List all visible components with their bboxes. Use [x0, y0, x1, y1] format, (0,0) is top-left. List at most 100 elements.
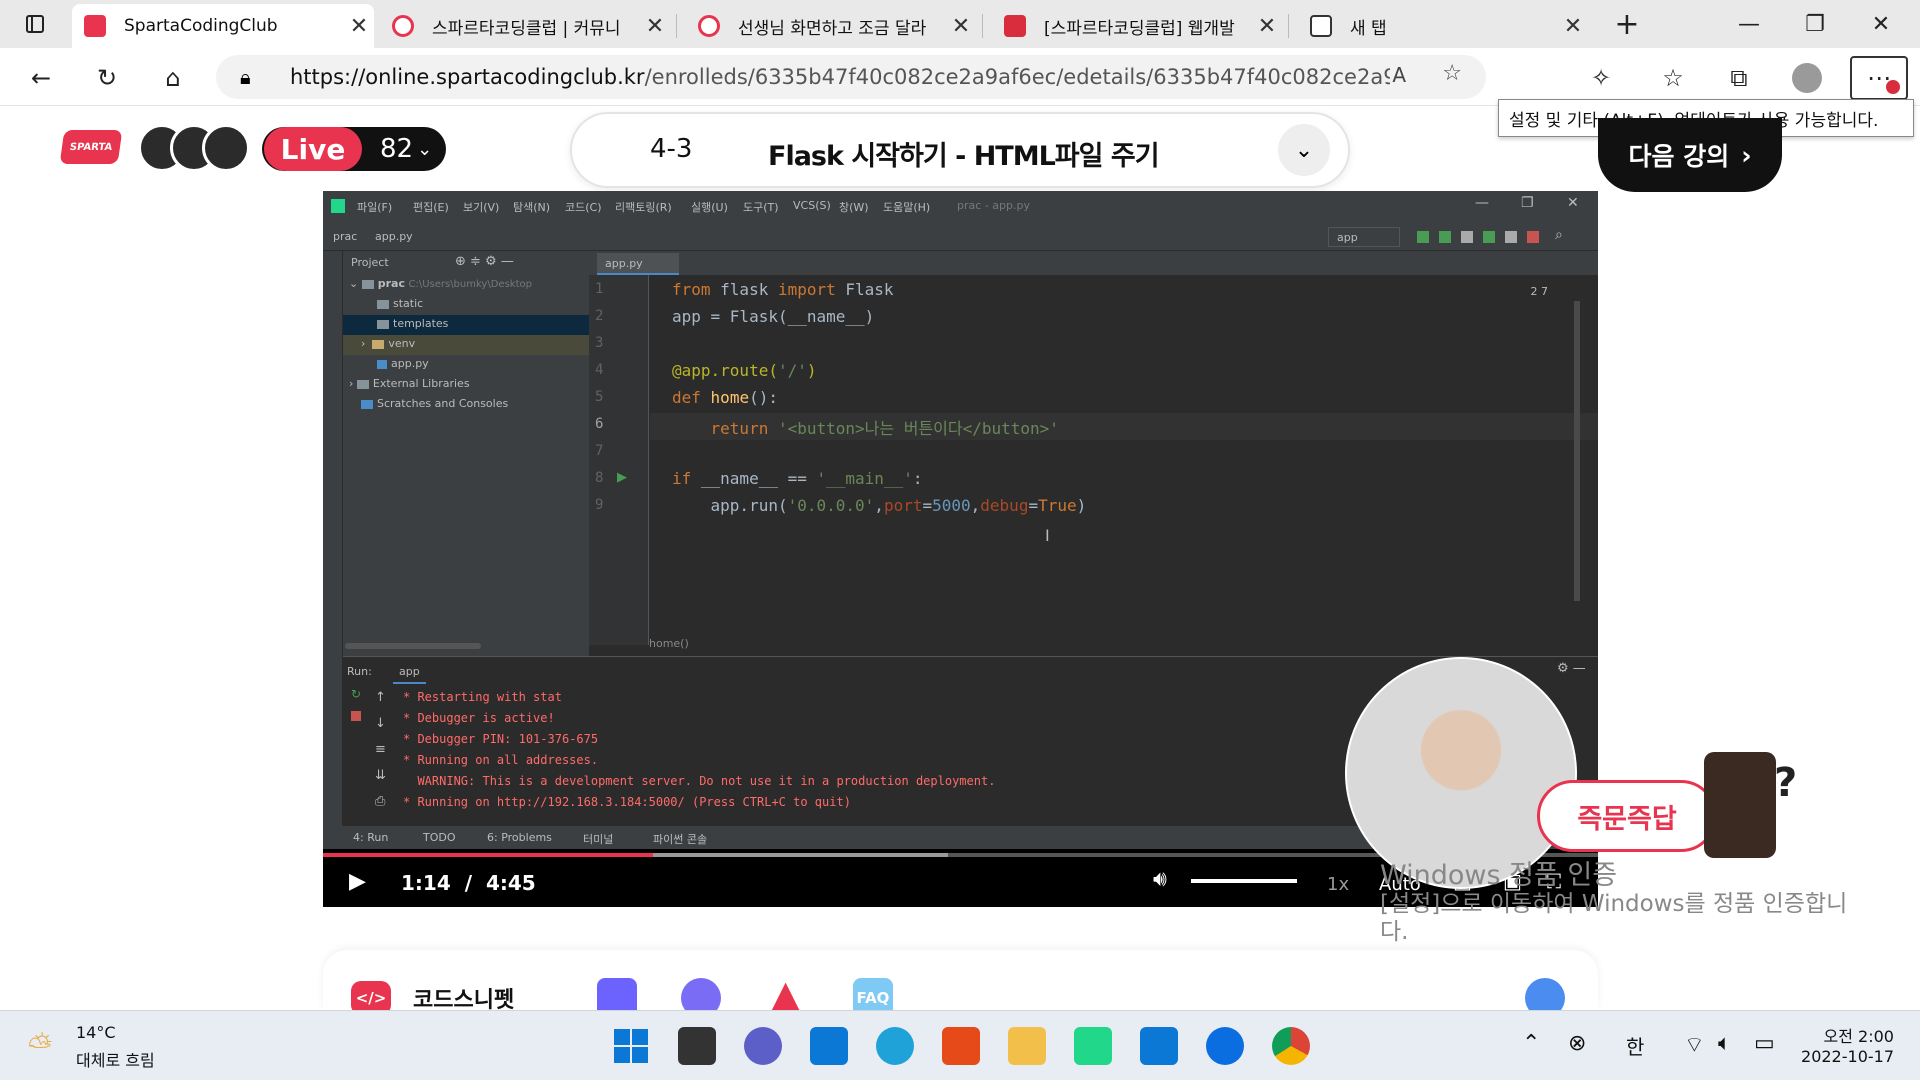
mascot-character-icon[interactable]	[1704, 752, 1776, 858]
ide-restore-icon: ❐	[1521, 195, 1534, 211]
address-bar[interactable]: 🔒︎ https://online.spartacodingclub.kr/en…	[216, 55, 1486, 99]
teamviewer-icon[interactable]	[1206, 1027, 1244, 1065]
weather-cloud-sun-icon[interactable]: ⛅︎	[28, 1029, 52, 1064]
ide-run-config: app	[1328, 227, 1400, 247]
office-icon[interactable]	[942, 1027, 980, 1065]
close-tab-icon[interactable]: ✕	[1252, 14, 1282, 39]
ide-code-editor: app.py 1 2 3 4 5 6 7 8 9 ▶ 💡︎ from flask…	[589, 251, 1598, 656]
heart-favicon-icon	[698, 15, 720, 37]
pycharm-icon[interactable]	[1074, 1027, 1112, 1065]
code-line: app.run('0.0.0.0',port=5000,debug=True)	[672, 496, 1087, 515]
mail-icon[interactable]	[810, 1027, 848, 1065]
read-aloud-icon[interactable]: A	[1392, 63, 1406, 87]
settings-more-icon[interactable]: ⋯	[1850, 56, 1908, 100]
favorites-star-icon[interactable]: ☆	[1656, 61, 1690, 95]
weather-description[interactable]: 대체로 흐림	[76, 1047, 155, 1071]
edge-browser-icon[interactable]	[876, 1027, 914, 1065]
battery-icon[interactable]: ▭	[1754, 1031, 1775, 1056]
warning-icon[interactable]: ▲	[771, 972, 811, 1016]
tab-question[interactable]: 선생님 화면하고 조금 달라 ✕	[686, 4, 976, 48]
ide-run-toolbar-icons: ↑ ↓ ≡ ⇊ ⎙	[375, 690, 386, 809]
line-number: 3	[595, 335, 604, 351]
live-viewer-count[interactable]: 82 ⌄	[380, 127, 444, 171]
video-time: 1:14 / 4:45	[401, 871, 536, 895]
tab-webdev[interactable]: [스파르타코딩클럽] 웹개발 ✕	[992, 4, 1282, 48]
close-tab-icon[interactable]: ✕	[344, 14, 374, 39]
line-number: 2	[595, 308, 604, 324]
clock-time[interactable]: 오전 2:00	[1824, 1023, 1894, 1047]
play-icon[interactable]: ▶	[349, 869, 366, 894]
minimize-window-icon[interactable]: —	[1716, 0, 1782, 48]
collections-icon[interactable]: ⧉	[1722, 61, 1756, 95]
ide-project-label: Project	[351, 256, 389, 269]
tab-new-tab[interactable]: 새 탭 ✕	[1298, 4, 1588, 48]
close-circle-tray-icon[interactable]: ⊗	[1568, 1031, 1586, 1056]
close-tab-icon[interactable]: ✕	[946, 14, 976, 39]
line-number: 7	[595, 443, 604, 459]
browser-tab-strip: SpartaCodingClub ✕ 스파르타코딩클럽 | 커뮤니 ✕ 선생님 …	[0, 0, 1920, 48]
tab-separator	[676, 14, 677, 38]
wifi-icon[interactable]: ⌔	[1684, 1031, 1705, 1059]
weather-temperature[interactable]: 14°C	[76, 1023, 116, 1042]
lecture-title: Flask 시작하기 - HTML파일 주기	[768, 141, 1160, 172]
run-gutter-icon: ▶	[617, 470, 627, 485]
close-tab-icon[interactable]: ✕	[640, 14, 670, 39]
playback-speed[interactable]: 1x	[1327, 874, 1349, 895]
close-tab-icon[interactable]: ✕	[1558, 14, 1588, 39]
chat-teams-icon[interactable]	[744, 1027, 782, 1065]
ide-menu-item: 탐색(N)	[513, 201, 551, 214]
clock-date[interactable]: 2022-10-17	[1801, 1047, 1894, 1066]
line-number: 9	[595, 497, 604, 513]
video-progress-played	[323, 853, 654, 857]
ide-panel-tools-icon: ⊕ ≑ ⚙ —	[455, 254, 514, 269]
restore-window-icon[interactable]: ❐	[1782, 0, 1848, 48]
sparta-logo[interactable]: SPARTA	[59, 130, 123, 164]
microsoft-store-icon[interactable]	[1140, 1027, 1178, 1065]
speaker-icon[interactable]: 🔈︎	[1718, 1031, 1731, 1056]
book-favicon-icon	[1004, 15, 1026, 37]
tab-actions-icon[interactable]	[2, 0, 68, 48]
add-favorite-star-icon[interactable]: ☆	[1442, 61, 1462, 86]
new-tab-plus-icon[interactable]: +	[1594, 0, 1660, 48]
tree-item-prac: ⌄ prac C:\Users\bumky\Desktop	[349, 277, 532, 290]
tab-separator	[982, 14, 983, 38]
python-file-icon	[377, 359, 387, 369]
ide-code-breadcrumb: home()	[649, 637, 689, 650]
console-line: * Restarting with stat	[403, 690, 562, 704]
start-windows-icon[interactable]	[612, 1027, 650, 1065]
ide-minimize-icon: —	[1475, 195, 1489, 211]
new-tab-favicon-icon	[1310, 15, 1332, 37]
tab-community[interactable]: 스파르타코딩클럽 | 커뮤니 ✕	[380, 4, 670, 48]
profile-avatar-icon[interactable]	[1790, 61, 1824, 95]
lecture-selector[interactable]: 4-3 Flask 시작하기 - HTML파일 주기 ⌄	[570, 112, 1350, 188]
line-number: 4	[595, 362, 604, 378]
ide-line-gutter: 1 2 3 4 5 6 7 8 9 ▶ 💡︎	[589, 275, 670, 645]
refresh-icon[interactable]: ↻	[90, 61, 124, 95]
show-hidden-icons-chevron-icon[interactable]: ⌃	[1522, 1031, 1540, 1056]
volume-icon[interactable]: 🔊︎	[1153, 867, 1167, 892]
extensions-puzzle-icon[interactable]: ✧	[1584, 61, 1618, 95]
home-icon[interactable]: ⌂	[156, 61, 190, 95]
lecture-number: 4-3	[650, 134, 693, 164]
back-arrow-icon[interactable]: ←	[24, 61, 58, 95]
quick-answer-button[interactable]: 즉문즉답	[1537, 780, 1717, 852]
file-explorer-icon[interactable]	[1008, 1027, 1046, 1065]
task-view-icon[interactable]	[678, 1027, 716, 1065]
lecture-tools-bar: </> 코드스니펫 ▲ FAQ	[323, 950, 1598, 1018]
code-line: def home():	[672, 388, 778, 407]
next-lecture-button[interactable]: 다음 강의 ›	[1598, 118, 1782, 192]
close-window-icon[interactable]: ✕	[1848, 0, 1914, 48]
console-line: * Debugger is active!	[403, 711, 555, 725]
folder-icon	[377, 299, 389, 309]
chevron-down-icon[interactable]: ⌄	[1278, 124, 1330, 176]
ide-menu-item: 리팩토링(R)	[615, 201, 672, 214]
chrome-icon[interactable]	[1272, 1027, 1310, 1065]
volume-slider[interactable]	[1191, 879, 1297, 883]
folder-icon	[377, 319, 389, 329]
line-number: 6	[595, 416, 604, 432]
ide-stop-icon	[351, 711, 361, 721]
tree-item-static: static	[377, 297, 423, 310]
tab-sparta-coding-club[interactable]: SpartaCodingClub ✕	[72, 4, 374, 48]
ime-indicator[interactable]: 한	[1626, 1031, 1644, 1060]
ide-menu-bar: 파일(F) 편집(E) 보기(V) 탐색(N) 코드(C) 리팩토링(R) 실행…	[323, 191, 1598, 223]
